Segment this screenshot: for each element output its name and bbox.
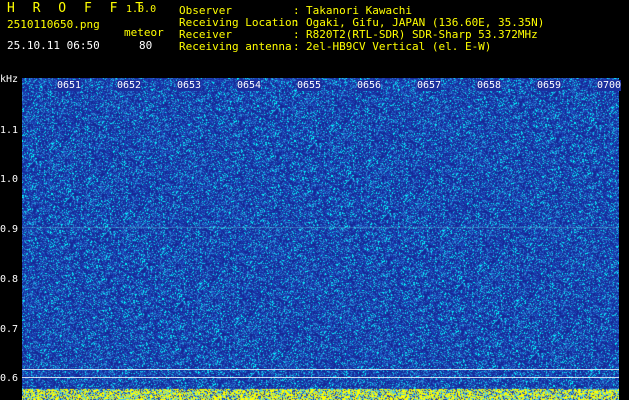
x-tick-label: 0659 — [537, 80, 562, 91]
app-version: 1.0.0 — [126, 4, 157, 15]
datetime: 25.10.11 06:50 — [7, 39, 100, 52]
y-tick-label: 1.0 — [0, 174, 19, 185]
x-tick-label: 0700 — [597, 80, 622, 91]
station-label-antenna: Receiving antenna — [179, 40, 292, 53]
y-axis: kHz 1.1 1.0 0.9 0.8 0.7 0.6 — [0, 75, 22, 400]
x-tick-label: 0655 — [297, 80, 322, 91]
station-sep: : — [293, 40, 300, 53]
count: 80 — [139, 39, 153, 52]
mode-label: meteor — [124, 26, 164, 39]
station-value-antenna: 2el-HB9CV Vertical (el. E-W) — [306, 40, 492, 53]
x-tick-label: 0654 — [237, 80, 262, 91]
y-axis-unit: kHz — [0, 74, 19, 85]
header-panel: H R O F F T 1.0.0 2510110650.png meteor … — [0, 0, 629, 75]
spectrogram-canvas — [22, 78, 619, 400]
x-tick-label: 0653 — [177, 80, 202, 91]
y-tick-label: 0.9 — [0, 224, 19, 235]
x-tick-label: 0657 — [417, 80, 442, 91]
x-tick-label: 0651 — [57, 80, 82, 91]
x-tick-label: 0656 — [357, 80, 382, 91]
spectrogram-plot — [22, 78, 619, 400]
y-tick-label: 0.8 — [0, 274, 19, 285]
file-name: 2510110650.png — [7, 18, 100, 31]
y-tick-label: 0.6 — [0, 373, 19, 384]
y-tick-label: 1.1 — [0, 125, 19, 136]
x-tick-label: 0652 — [117, 80, 142, 91]
x-tick-label: 0658 — [477, 80, 502, 91]
y-tick-label: 0.7 — [0, 324, 19, 335]
reference-line — [22, 369, 619, 370]
reference-line — [22, 377, 619, 378]
